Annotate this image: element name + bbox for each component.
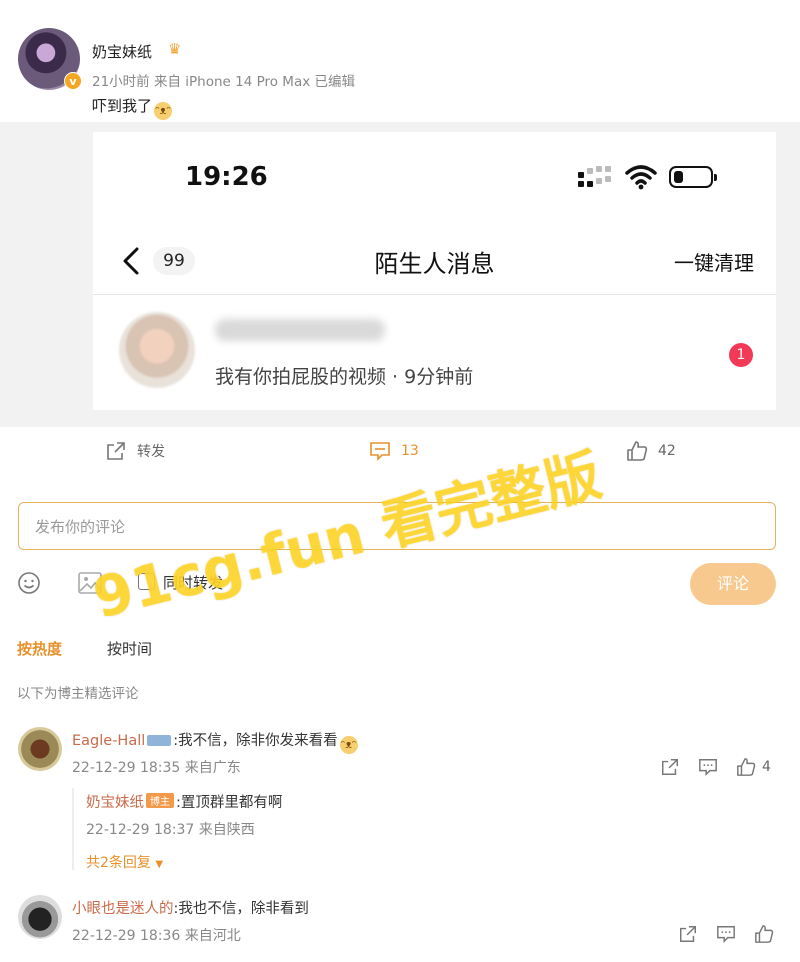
more-replies-link[interactable]: 共2条回复 ▼ (86, 852, 163, 872)
wifi-icon (625, 165, 657, 190)
signal-icon (578, 166, 618, 190)
submit-comment-button[interactable]: 评论 (690, 563, 776, 605)
comment-actions: 4 (660, 757, 771, 777)
comment-line: Eagle-Hall :我不信，除非你发来看看 ᵔᴥᵔ (72, 729, 358, 754)
repost-label: 转发 (137, 444, 165, 460)
post-actions: 转发 13 42 (0, 430, 800, 474)
reply-line: 奶宝妹纸 博主:置顶群里都有啊 (86, 791, 282, 812)
share-icon[interactable] (660, 757, 680, 777)
reply-meta: 22-12-29 18:37 来自陕西 (86, 822, 255, 838)
sender-avatar-blurred (119, 312, 195, 388)
comment-actions (678, 924, 774, 944)
member-badge (147, 735, 172, 746)
thumbs-up-icon[interactable] (754, 924, 774, 944)
sender-name-blurred (215, 319, 385, 341)
embedded-screenshot[interactable]: 19:26 99 陌生人消息 一键清理 我有你拍屁股的视频 · 9分钟前 1 (93, 132, 776, 410)
comment-button[interactable]: 13 (369, 440, 419, 462)
divider (93, 294, 776, 295)
comment-like[interactable]: 4 (736, 757, 771, 777)
share-icon[interactable] (678, 924, 698, 944)
clear-all-button[interactable]: 一键清理 (674, 247, 754, 276)
reply-icon[interactable] (698, 757, 718, 777)
commenter-name[interactable]: 小眼也是迷人的 (72, 901, 174, 917)
comment-text: :我不信，除非你发来看看 (173, 733, 338, 749)
commenter-avatar[interactable] (18, 727, 62, 771)
comment-like-count: 4 (762, 759, 771, 775)
like-count: 42 (658, 443, 676, 459)
unread-badge: 1 (729, 343, 753, 367)
host-badge: 博主 (146, 793, 174, 808)
repost-button[interactable]: 转发 (105, 440, 165, 462)
chevron-down-icon: ▼ (155, 859, 164, 870)
comment-meta: 22-12-29 18:35 来自广东 (72, 760, 241, 776)
comment-placeholder: 发布你的评论 (35, 517, 126, 536)
comment-meta: 22-12-29 18:36 来自河北 (72, 928, 241, 944)
reply-icon[interactable] (716, 924, 736, 944)
thumbs-up-icon (737, 758, 756, 776)
sort-by-time-tab[interactable]: 按时间 (107, 638, 152, 659)
comment-icon (370, 442, 390, 461)
comment-text: :我也不信，除非看到 (173, 901, 309, 917)
post-header: v 奶宝妹纸 ♛ 21小时前 来自 iPhone 14 Pro Max 已编辑 … (0, 0, 800, 125)
comment-count: 13 (401, 443, 419, 459)
share-icon (107, 442, 125, 460)
crown-icon: ♛ (168, 40, 182, 58)
thumbs-up-icon (627, 441, 648, 461)
post-text: 吓到我了 ᵔᴥᵔ (92, 95, 173, 120)
author-name[interactable]: 奶宝妹纸 (92, 41, 152, 62)
emoji-icon[interactable] (17, 571, 41, 595)
reply-author-name[interactable]: 奶宝妹纸 (86, 795, 144, 811)
verified-badge-icon: v (64, 72, 82, 90)
curated-comments-label: 以下为博主精选评论 (17, 686, 139, 702)
cat-emoji-icon: ᵔᴥᵔ (154, 102, 173, 120)
status-time: 19:26 (185, 162, 268, 192)
cat-emoji-icon: ᵔᴥᵔ (339, 736, 358, 754)
reply-text: :置顶群里都有啊 (176, 795, 283, 811)
commenter-avatar[interactable] (18, 895, 62, 939)
comment-line: 小眼也是迷人的:我也不信，除非看到 (72, 897, 309, 918)
like-button[interactable]: 42 (626, 440, 676, 462)
post-meta: 21小时前 来自 iPhone 14 Pro Max 已编辑 (92, 74, 355, 90)
message-preview: 我有你拍屁股的视频 · 9分钟前 (215, 366, 474, 388)
reply-indent (72, 788, 74, 870)
sort-by-hot-tab[interactable]: 按热度 (17, 638, 62, 659)
battery-icon (669, 166, 717, 188)
commenter-name[interactable]: Eagle-Hall (72, 733, 145, 749)
